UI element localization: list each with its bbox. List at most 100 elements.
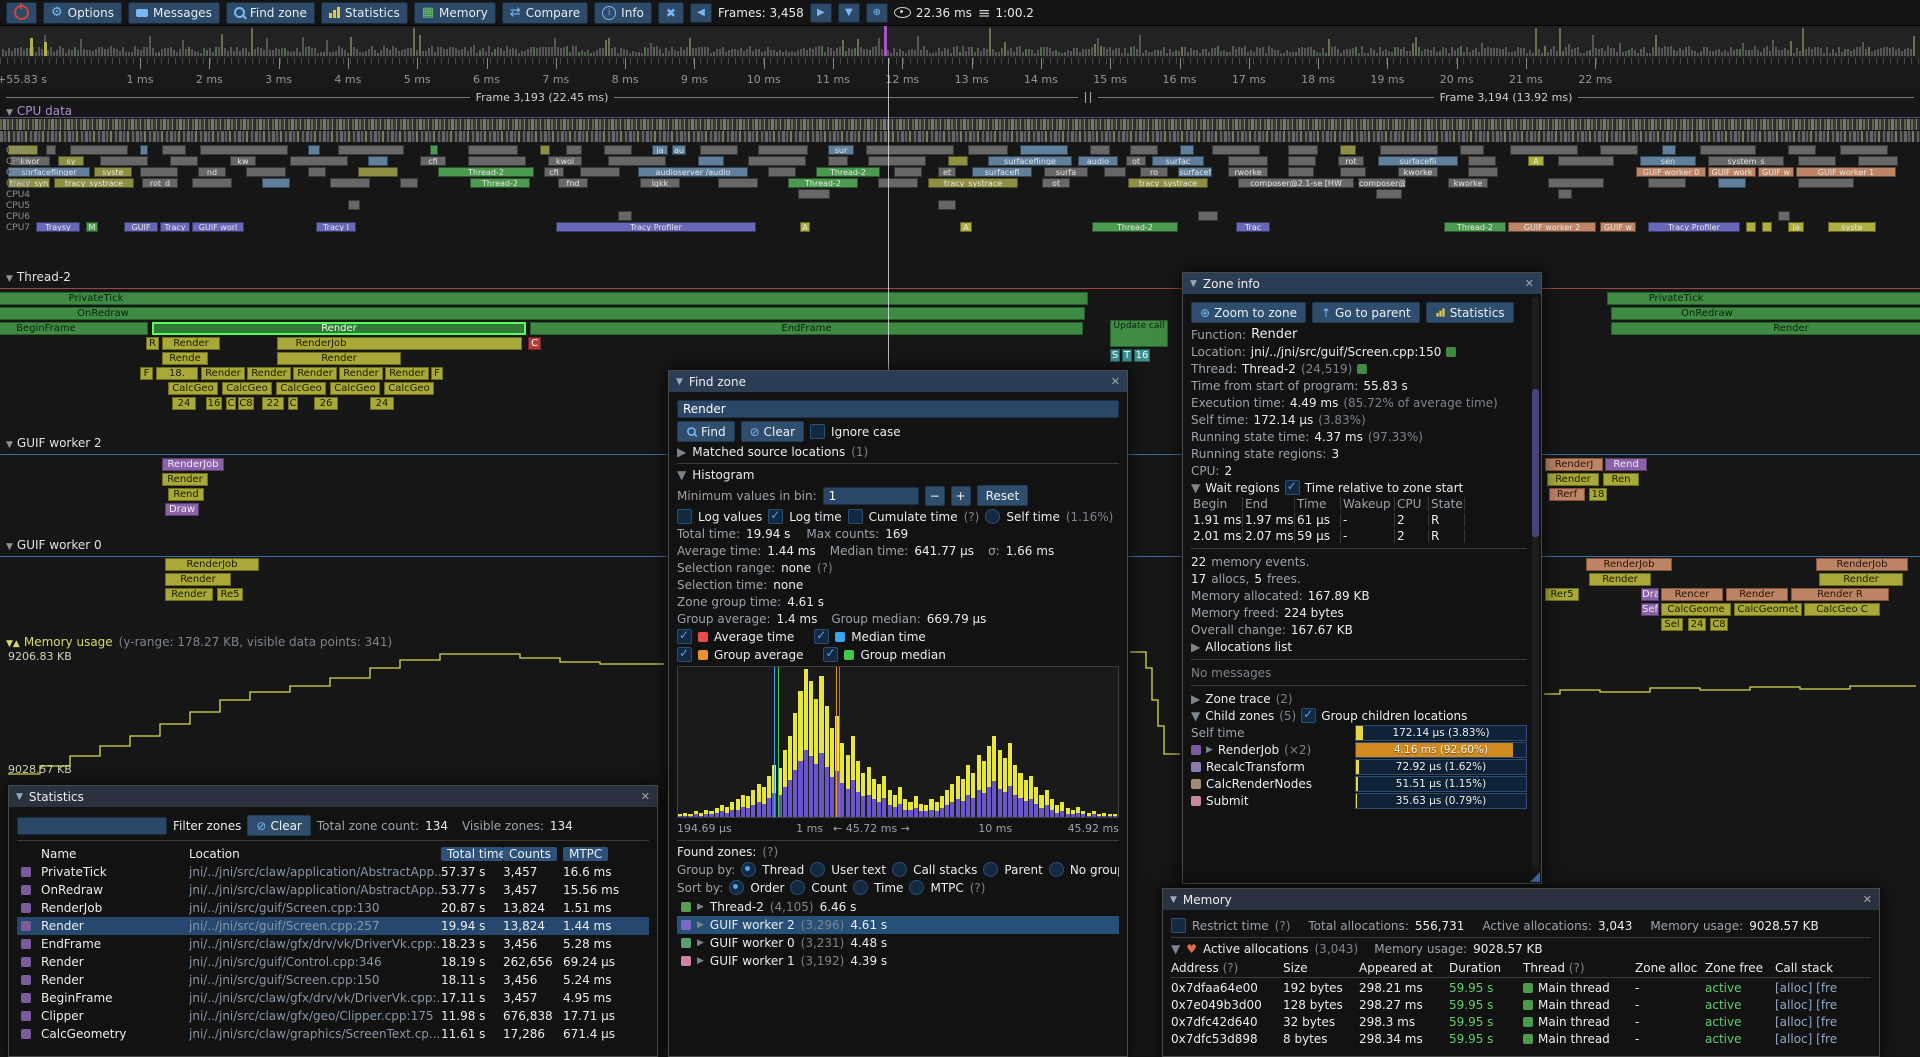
cpu-zone[interactable] xyxy=(540,145,550,155)
go-to-parent-button[interactable]: ↑Go to parent xyxy=(1312,302,1420,323)
timeline-zone[interactable]: 22 xyxy=(262,397,284,410)
expand-icon[interactable]: ▶ xyxy=(1206,745,1213,755)
timeline-zone[interactable]: RenderJob xyxy=(162,458,224,471)
cpu-zone[interactable] xyxy=(1288,145,1318,155)
cpu-zone[interactable] xyxy=(828,156,848,166)
timeline-zone[interactable]: Sef xyxy=(1641,603,1659,616)
timeline-zone[interactable]: RenderJob xyxy=(1586,558,1672,571)
frames-bar[interactable]: Frame 3,193 (22.45 ms)Frame 3,194 (13.92… xyxy=(0,90,1920,105)
cpu-zone[interactable] xyxy=(1380,145,1438,155)
min-bin-input[interactable]: 1 xyxy=(823,487,919,505)
cpu-zone[interactable] xyxy=(1228,156,1268,166)
cpu-zone[interactable]: A xyxy=(800,222,810,232)
table-row[interactable]: CalcGeometryjni/../jni/src/claw/graphics… xyxy=(17,1025,649,1043)
column-header[interactable]: Size xyxy=(1283,961,1359,975)
timeline-zone[interactable]: 18. xyxy=(156,367,198,380)
time-ruler[interactable]: +55.83 s1 ms2 ms3 ms4 ms5 ms6 ms7 ms8 ms… xyxy=(0,58,1920,90)
timeline-zone[interactable]: Render xyxy=(165,588,213,601)
collapse-icon[interactable]: ▼ xyxy=(1171,942,1180,956)
cpu-zone[interactable]: rot_d xyxy=(142,178,178,188)
timeline-zone[interactable]: C xyxy=(288,397,298,410)
collapse-icon[interactable]: ▼ xyxy=(1191,709,1200,723)
cpu-zone[interactable] xyxy=(1798,156,1836,166)
cpu-zone[interactable]: tracy_systrace xyxy=(54,178,134,188)
chip-button[interactable]: Memory xyxy=(414,2,496,24)
table-row[interactable]: Clipperjni/../jni/src/claw/gfx/geo/Clipp… xyxy=(17,1007,649,1025)
power-button[interactable] xyxy=(6,2,37,24)
timeline-zone[interactable]: Render xyxy=(165,573,231,586)
allocations-table-header[interactable]: Address (?)SizeAppeared atDurationThread… xyxy=(1171,959,1871,976)
search-button[interactable]: Find zone xyxy=(226,2,315,24)
bars-button[interactable]: Statistics xyxy=(321,2,408,24)
cpu-zone[interactable]: Trac xyxy=(1236,222,1270,232)
cpu-zone[interactable] xyxy=(894,167,922,177)
cpu-zone[interactable] xyxy=(878,178,918,188)
allocation-row[interactable]: 0x7dfc42d64032 bytes298.3 ms59.95 sMain … xyxy=(1171,1013,1871,1030)
timeline-zone[interactable]: Render xyxy=(152,322,526,335)
best-frame-button[interactable]: ▼ xyxy=(838,3,860,23)
cpu-zone[interactable]: M xyxy=(86,222,98,232)
cpu-zone[interactable] xyxy=(1510,145,1578,155)
expand-icon[interactable]: ▶ xyxy=(677,445,686,459)
timeline-zone[interactable]: CalcGeo xyxy=(168,382,218,395)
cpu-zone[interactable] xyxy=(358,167,398,177)
close-icon[interactable]: ✕ xyxy=(641,790,650,803)
timeline-zone[interactable]: Render xyxy=(293,367,337,380)
cpu-zone[interactable] xyxy=(140,167,178,177)
found-zone-group[interactable]: ▶GUIF worker 2(3,296)4.61 s xyxy=(677,916,1119,934)
expand-icon[interactable]: ▶ xyxy=(1191,692,1200,706)
cpu-zone[interactable] xyxy=(768,167,796,177)
timeline-zone[interactable]: Rende xyxy=(162,352,208,365)
cpu-zone[interactable]: ot xyxy=(1126,156,1146,166)
timeline-zone[interactable]: BeginFrame xyxy=(0,322,148,335)
timeline-zone[interactable]: OnRedraw xyxy=(0,307,1085,320)
table-row[interactable]: Renderjni/../jni/src/guif/Screen.cpp:150… xyxy=(17,971,649,989)
cpu-zone[interactable]: Tracy Profiler xyxy=(556,222,756,232)
cpu-zone[interactable] xyxy=(1340,167,1366,177)
cpu-zone[interactable]: Traysy xyxy=(36,222,80,232)
cpu-zone[interactable] xyxy=(162,145,186,155)
cpu-zone[interactable] xyxy=(262,178,290,188)
clear-filter-button[interactable]: ⊘Clear xyxy=(247,815,310,836)
cpu-zone[interactable]: syste xyxy=(1828,222,1876,232)
cpu-zone[interactable]: surfacefl xyxy=(972,167,1032,177)
source-location[interactable]: jni/../jni/src/guif/Screen.cpp:150 xyxy=(1251,345,1442,359)
clear-button[interactable]: ⊘Clear xyxy=(741,421,804,442)
timeline-zone[interactable]: 24 xyxy=(1688,618,1706,631)
cpu-zone[interactable]: sur xyxy=(828,145,854,155)
tools-button[interactable] xyxy=(658,2,684,24)
timeline-zone[interactable]: Sel xyxy=(1661,618,1683,631)
cpu-zone[interactable] xyxy=(430,145,438,155)
radio-time[interactable] xyxy=(853,880,868,895)
resize-grip[interactable] xyxy=(1530,872,1540,882)
column-header[interactable]: Zone alloc xyxy=(1635,961,1705,975)
cpu-zone[interactable] xyxy=(718,178,758,188)
cpu-zone[interactable]: kwoi xyxy=(548,156,582,166)
radio-no-grouping[interactable] xyxy=(1049,862,1064,877)
cpu-zone[interactable]: Tracy xyxy=(160,222,190,232)
cpu-zone[interactable] xyxy=(698,156,724,166)
cpu-zone[interactable] xyxy=(1600,145,1638,155)
cpu-zone[interactable] xyxy=(1662,145,1676,155)
child-zone-row[interactable]: ▶RenderJob(×2)4.16 ms (92.60%) xyxy=(1191,741,1527,758)
cumulate-time-checkbox[interactable] xyxy=(848,509,863,524)
thread-header-guif-worker-0[interactable]: ▼GUIF worker 0 xyxy=(6,538,102,552)
timeline-zone[interactable]: Rend xyxy=(1605,458,1647,471)
cpu-zone[interactable] xyxy=(1840,145,1888,155)
allocation-row[interactable]: 0x7e049b3d00128 bytes298.27 ms59.95 sMai… xyxy=(1171,996,1871,1013)
cpu-zone[interactable] xyxy=(1376,189,1402,199)
column-header[interactable]: Thread (?) xyxy=(1523,961,1635,975)
cpu-zone[interactable] xyxy=(1340,145,1356,155)
child-zone-row[interactable]: CalcRenderNodes51.51 µs (1.15%) xyxy=(1191,775,1527,792)
timeline-zone[interactable]: Render xyxy=(339,367,383,380)
timeline-zone[interactable]: CalcGeo xyxy=(330,382,380,395)
cpu-zone[interactable] xyxy=(580,167,620,177)
timeline-zone[interactable]: C8 xyxy=(238,397,254,410)
cpu-zone[interactable]: ot xyxy=(1042,178,1070,188)
column-header[interactable]: Call stack xyxy=(1775,961,1871,975)
filter-zones-input[interactable] xyxy=(17,817,167,835)
cpu-zone[interactable] xyxy=(938,200,956,210)
legend-checkbox[interactable] xyxy=(823,647,838,662)
cpu-zone[interactable]: kworke xyxy=(1398,167,1438,177)
cpu-zone[interactable] xyxy=(1468,156,1496,166)
